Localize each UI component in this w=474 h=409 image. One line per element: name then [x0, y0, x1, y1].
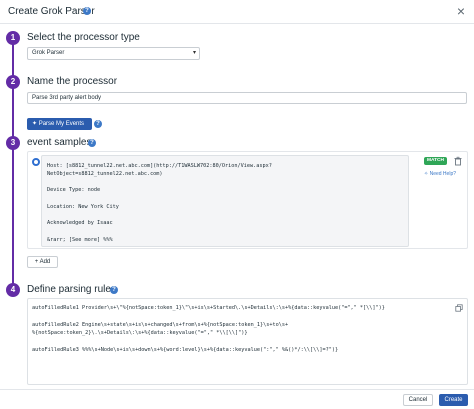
dialog-title: Create Grok Parser: [8, 6, 95, 17]
sample-line: Location: New York City: [47, 204, 119, 210]
step-3-title: event samples: [27, 137, 92, 148]
plus-icon: +: [34, 259, 39, 265]
match-badge: MATCH: [424, 157, 447, 165]
sample-line: Host: [s8812_tunnel22.net.abc.com](http:…: [47, 163, 272, 169]
processor-type-value: Grok Parser: [32, 50, 65, 56]
rule-line: autoFilledRule3 %%%\s+Node\s+is\s+down\s…: [32, 347, 339, 353]
sample-line: Device Type: node: [47, 187, 101, 193]
sparkle-icon: ✦: [32, 121, 38, 127]
need-help-link[interactable]: ✧ Need Help?: [424, 171, 456, 177]
step-3-number: 3: [6, 136, 20, 150]
trash-icon[interactable]: [453, 156, 463, 166]
step-4-number: 4: [6, 283, 20, 297]
parsing-rules-editor[interactable]: autoFilledRule1 Provider\s+\"%{notSpace:…: [27, 298, 468, 385]
step-2-title: Name the processor: [27, 76, 118, 87]
sample-radio[interactable]: [32, 158, 40, 166]
sample-line: NetObject=s8812_tunnel22.net.abc.com): [47, 171, 163, 177]
step-2-number: 2: [6, 75, 20, 89]
rule-line: autoFilledRule1 Provider\s+\"%{notSpace:…: [32, 305, 385, 311]
help-icon[interactable]: ?: [110, 286, 118, 294]
step-1-title: Select the processor type: [27, 32, 140, 43]
add-label: Add: [39, 259, 51, 265]
parse-my-events-label: Parse My Events: [38, 121, 85, 127]
sample-card: Host: [s8812_tunnel22.net.abc.com](http:…: [27, 151, 468, 249]
dialog-header: Create Grok Parser ? ×: [0, 0, 474, 24]
sample-textarea[interactable]: Host: [s8812_tunnel22.net.abc.com](http:…: [41, 155, 409, 247]
dialog-footer: Cancel Create: [0, 389, 474, 409]
help-icon[interactable]: ?: [83, 7, 91, 15]
processor-type-select[interactable]: Grok Parser ▾: [27, 47, 200, 60]
rule-line: autoFilledRule2 Engine\s+state\s+is\s+ch…: [32, 322, 289, 328]
sample-line: &rarr; [See more] %%%: [47, 237, 113, 243]
rule-line: %{notSpace:token_2}\.\s+Details\:\s+%{da…: [32, 330, 248, 336]
step-1-number: 1: [6, 31, 20, 45]
help-icon[interactable]: ?: [88, 139, 96, 147]
copy-icon[interactable]: [455, 304, 463, 312]
help-icon[interactable]: ?: [94, 120, 102, 128]
wand-icon: ✧: [424, 171, 429, 177]
add-sample-button[interactable]: + Add: [27, 256, 58, 268]
need-help-label: Need Help?: [429, 171, 456, 177]
create-button[interactable]: Create: [439, 394, 468, 406]
cancel-button[interactable]: Cancel: [403, 394, 433, 406]
sample-line: Acknowledged by Isaac: [47, 220, 113, 226]
processor-name-input[interactable]: Parse 3rd party alert body: [27, 92, 467, 104]
parse-my-events-button[interactable]: ✦ Parse My Events: [27, 118, 92, 130]
step-4-title: Define parsing rules: [27, 284, 116, 295]
chevron-down-icon: ▾: [192, 50, 196, 56]
close-icon[interactable]: ×: [457, 3, 465, 19]
